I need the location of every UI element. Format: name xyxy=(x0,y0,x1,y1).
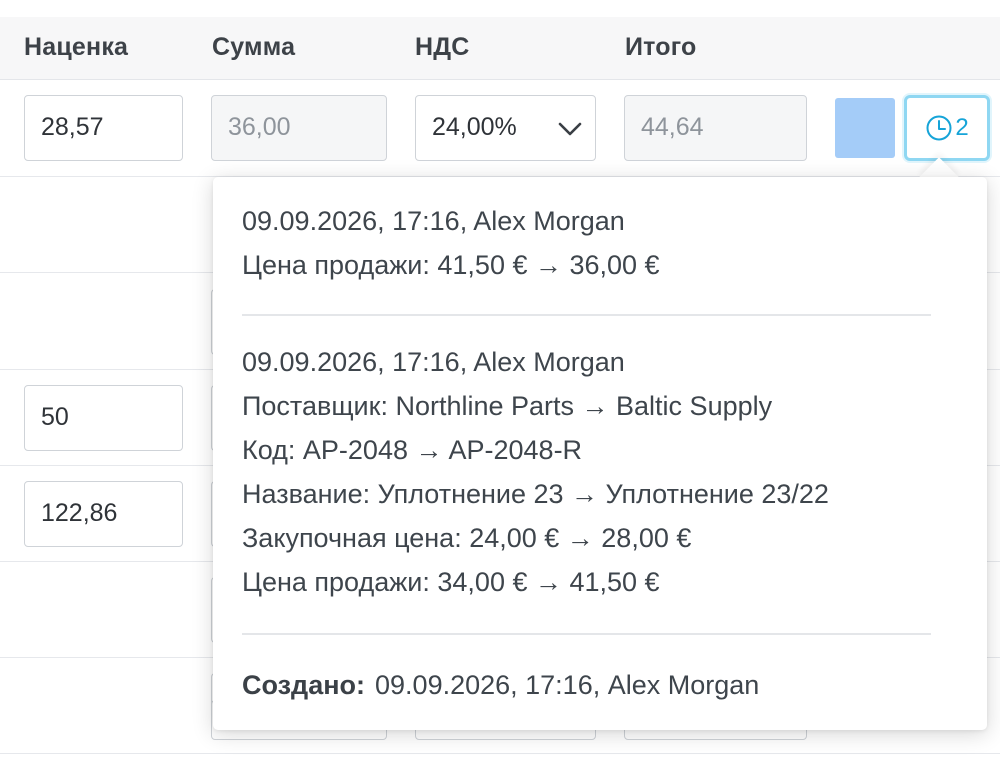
history-entry: 09.09.2026, 17:16, Alex Morgan Поставщик… xyxy=(242,340,829,604)
history-change: Цена продажи: 34,00 € → 41,50 € xyxy=(242,567,660,597)
color-swatch[interactable] xyxy=(835,98,895,158)
column-header-sum: Сумма xyxy=(212,33,296,61)
created-label: Создано: xyxy=(242,670,366,700)
markup-input[interactable]: 122,86 xyxy=(24,481,183,547)
history-entry-header: 09.09.2026, 17:16, Alex Morgan xyxy=(242,206,625,236)
history-entry: 09.09.2026, 17:16, Alex Morgan Цена прод… xyxy=(242,199,660,287)
column-header-vat: НДС xyxy=(415,33,470,61)
markup-input[interactable]: 28,57 xyxy=(24,95,183,161)
column-header-markup: Наценка xyxy=(24,33,129,61)
page: Наценка Сумма НДС Итого 28,57 36,00 24,0… xyxy=(0,0,1000,766)
history-change: Название: Уплотнение 23 → Уплотнение 23/… xyxy=(242,479,829,509)
table-header: Наценка Сумма НДС Итого xyxy=(0,17,1000,80)
history-popover: 09.09.2026, 17:16, Alex Morgan Цена прод… xyxy=(213,177,987,730)
history-entry-header: 09.09.2026, 17:16, Alex Morgan xyxy=(242,347,625,377)
row-divider xyxy=(0,753,1000,754)
vat-select[interactable]: 24,00% xyxy=(415,95,596,161)
created-value: 09.09.2026, 17:16, Alex Morgan xyxy=(375,670,760,700)
vat-select-value: 24,00% xyxy=(432,113,517,141)
history-change: Цена продажи: 41,50 € → 36,00 € xyxy=(242,250,660,280)
sum-input[interactable]: 36,00 xyxy=(211,95,387,161)
column-header-total: Итого xyxy=(625,33,697,61)
history-change: Поставщик: Northline Parts → Baltic Supp… xyxy=(242,391,773,421)
history-created: Создано: 09.09.2026, 17:16, Alex Morgan xyxy=(242,663,759,707)
history-separator xyxy=(242,633,931,635)
total-input[interactable]: 44,64 xyxy=(624,95,807,161)
chevron-down-icon xyxy=(558,122,582,136)
history-separator xyxy=(242,314,931,316)
clock-icon xyxy=(926,115,952,141)
history-change: Закупочная цена: 24,00 € → 28,00 € xyxy=(242,523,692,553)
history-count: 2 xyxy=(955,114,969,141)
markup-input[interactable]: 50 xyxy=(24,385,183,451)
history-button[interactable]: 2 xyxy=(904,95,990,161)
history-change: Код: AP-2048 → AP-2048-R xyxy=(242,435,583,465)
